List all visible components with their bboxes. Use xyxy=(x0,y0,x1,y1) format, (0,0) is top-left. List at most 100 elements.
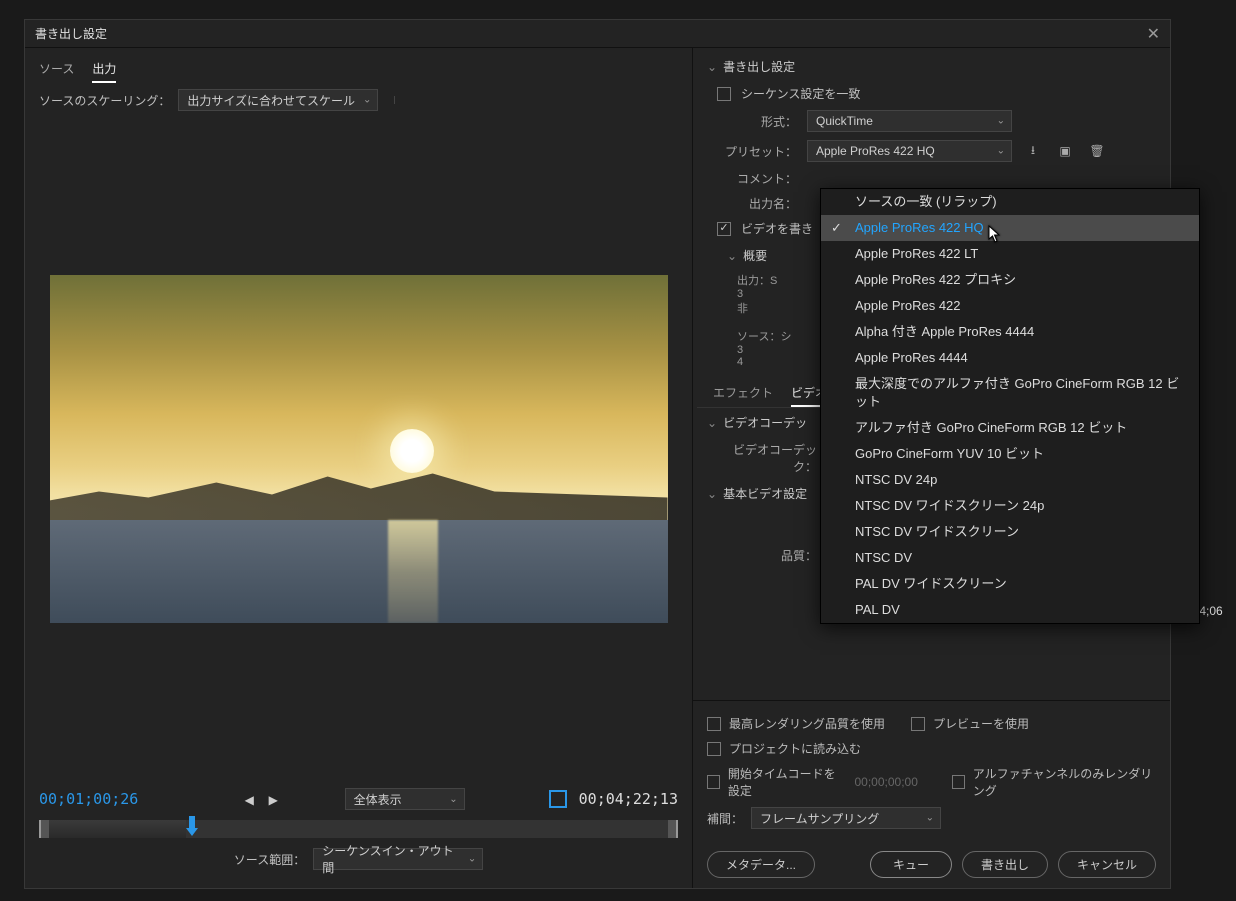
interpolation-value: フレームサンプリング xyxy=(760,810,879,827)
zoom-select[interactable]: 全体表示 ⌄ xyxy=(345,788,465,810)
preset-option-label: Apple ProRes 422 プロキシ xyxy=(855,272,1016,287)
close-icon[interactable]: ✕ xyxy=(1147,24,1160,44)
preset-option-label: GoPro CineForm YUV 10 ビット xyxy=(855,446,1044,461)
video-codec-section-title: ビデオコーデッ xyxy=(723,414,807,431)
preset-option-label: PAL DV xyxy=(855,602,900,617)
max-render-label: 最高レンダリング品質を使用 xyxy=(729,715,885,732)
title-bar: 書き出し設定 ✕ xyxy=(25,20,1170,48)
next-frame-icon[interactable]: ▶ xyxy=(269,793,281,805)
preset-option[interactable]: Apple ProRes 422 プロキシ xyxy=(821,267,1199,293)
preset-option-label: Apple ProRes 422 xyxy=(855,298,961,313)
section-title: 書き出し設定 xyxy=(723,58,795,75)
use-preview-checkbox[interactable] xyxy=(911,717,925,731)
chevron-down-icon: ⌄ xyxy=(926,813,934,824)
preset-option[interactable]: Alpha 付き Apple ProRes 4444 xyxy=(821,319,1199,345)
preset-option[interactable]: アルファ付き GoPro CineForm RGB 12 ビット xyxy=(821,415,1199,441)
preset-option[interactable]: GoPro CineForm YUV 10 ビット xyxy=(821,441,1199,467)
preset-option-label: ソースの一致 (リラップ) xyxy=(855,194,997,209)
summary-title: 概要 xyxy=(743,247,767,264)
preset-option[interactable]: Apple ProRes 422 LT xyxy=(821,241,1199,267)
preset-option-label: Apple ProRes 4444 xyxy=(855,350,968,365)
preset-option[interactable]: NTSC DV ワイドスクリーン 24p xyxy=(821,493,1199,519)
preset-option-label: NTSC DV ワイドスクリーン xyxy=(855,524,1019,539)
preset-option-label: Apple ProRes 422 LT xyxy=(855,246,978,261)
export-video-label: ビデオを書き xyxy=(741,220,813,237)
disclosure-icon: ⌄ xyxy=(727,249,737,263)
preset-option[interactable]: ソースの一致 (リラップ) xyxy=(821,189,1199,215)
preset-option-label: NTSC DV 24p xyxy=(855,472,937,487)
max-render-checkbox[interactable] xyxy=(707,717,721,731)
preset-option[interactable]: Apple ProRes 422 xyxy=(821,293,1199,319)
check-icon: ✓ xyxy=(831,219,842,237)
interpolation-label: 補間： xyxy=(707,810,743,827)
output-name-label: 出力名： xyxy=(717,195,797,212)
alpha-only-checkbox[interactable] xyxy=(952,775,965,789)
timecode-start[interactable]: 00;01;00;26 xyxy=(39,790,138,808)
preset-option-label: NTSC DV ワイドスクリーン 24p xyxy=(855,498,1044,513)
range-bar[interactable] xyxy=(39,820,678,838)
preset-option[interactable]: ✓ Apple ProRes 422 HQ xyxy=(821,215,1199,241)
prev-frame-icon[interactable]: ◀ xyxy=(245,793,257,805)
disclosure-icon: ⌄ xyxy=(707,60,717,74)
zoom-value: 全体表示 xyxy=(354,791,402,808)
import-project-label: プロジェクトに読み込む xyxy=(729,740,861,757)
delete-preset-icon[interactable]: 🗑 xyxy=(1086,141,1108,161)
preset-value: Apple ProRes 422 HQ xyxy=(816,144,935,158)
export-settings-section[interactable]: ⌄ 書き出し設定 xyxy=(697,52,1160,81)
disclosure-icon: ⌄ xyxy=(707,487,717,501)
start-timecode-label: 開始タイムコードを設定 xyxy=(728,765,847,799)
preset-option[interactable]: Apple ProRes 4444 xyxy=(821,345,1199,371)
match-sequence-checkbox[interactable] xyxy=(717,87,731,101)
start-timecode-value: 00;00;00;00 xyxy=(854,775,917,789)
cancel-button[interactable]: キャンセル xyxy=(1058,851,1156,878)
import-project-checkbox[interactable] xyxy=(707,742,721,756)
left-panel: ソース 出力 ソースのスケーリング： 出力サイズに合わせてスケール ⌄ xyxy=(25,48,693,888)
queue-button[interactable]: キュー xyxy=(870,851,952,878)
import-preset-icon[interactable]: ▣ xyxy=(1054,141,1076,161)
out-point-handle[interactable] xyxy=(668,820,678,838)
preset-dropdown-menu: ソースの一致 (リラップ) ✓ Apple ProRes 422 HQ Apple P… xyxy=(820,188,1200,624)
chevron-down-icon: ⌄ xyxy=(363,95,371,106)
chevron-down-icon: ⌄ xyxy=(468,854,476,865)
video-codec-label: ビデオコーデック： xyxy=(717,441,817,475)
basic-video-title: 基本ビデオ設定 xyxy=(723,485,807,502)
playhead[interactable] xyxy=(186,816,198,840)
start-timecode-checkbox[interactable] xyxy=(707,775,720,789)
preset-option[interactable]: NTSC DV 24p xyxy=(821,467,1199,493)
quality-label: 品質： xyxy=(717,547,817,564)
format-label: 形式： xyxy=(717,113,797,130)
preset-option[interactable]: NTSC DV xyxy=(821,545,1199,571)
scaling-select[interactable]: 出力サイズに合わせてスケール ⌄ xyxy=(178,89,378,111)
interpolation-select[interactable]: フレームサンプリング ⌄ xyxy=(751,807,941,829)
export-video-checkbox[interactable] xyxy=(717,222,731,236)
comment-label: コメント： xyxy=(717,170,797,187)
export-button[interactable]: 書き出し xyxy=(962,851,1048,878)
preset-option-label: Alpha 付き Apple ProRes 4444 xyxy=(855,324,1034,339)
tab-effects[interactable]: エフェクト xyxy=(713,380,773,407)
preset-option-label: アルファ付き GoPro CineForm RGB 12 ビット xyxy=(855,420,1127,435)
source-range-value: シーケンスイン・アウト間 xyxy=(322,842,460,876)
tab-output[interactable]: 出力 xyxy=(92,56,116,83)
in-point-handle[interactable] xyxy=(39,820,49,838)
preview-image xyxy=(50,275,668,623)
metadata-button[interactable]: メタデータ... xyxy=(707,851,815,878)
crop-icon[interactable] xyxy=(549,790,567,808)
source-range-select[interactable]: シーケンスイン・アウト間 ⌄ xyxy=(313,848,483,870)
dialog-title: 書き出し設定 xyxy=(35,25,107,42)
preset-option[interactable]: 最大深度でのアルファ付き GoPro CineForm RGB 12 ビット xyxy=(821,371,1199,415)
preset-option-label: 最大深度でのアルファ付き GoPro CineForm RGB 12 ビット xyxy=(855,376,1179,409)
tab-source[interactable]: ソース xyxy=(39,56,74,83)
format-select[interactable]: QuickTime ⌄ xyxy=(807,110,1012,132)
chevron-down-icon: ⌄ xyxy=(449,794,457,805)
preset-option[interactable]: PAL DV xyxy=(821,597,1199,623)
preview-tabs: ソース 出力 xyxy=(25,48,692,83)
source-range-label: ソース範囲： xyxy=(234,851,305,868)
preset-label: プリセット： xyxy=(717,143,797,160)
chevron-down-icon: ⌄ xyxy=(997,116,1005,127)
preset-option[interactable]: PAL DV ワイドスクリーン xyxy=(821,571,1199,597)
preset-select[interactable]: Apple ProRes 422 HQ ⌄ xyxy=(807,140,1012,162)
save-preset-icon[interactable]: ⭳ xyxy=(1022,141,1044,161)
preset-option-label: Apple ProRes 422 HQ xyxy=(855,220,984,235)
preset-option-label: PAL DV ワイドスクリーン xyxy=(855,576,1007,591)
preset-option[interactable]: NTSC DV ワイドスクリーン xyxy=(821,519,1199,545)
